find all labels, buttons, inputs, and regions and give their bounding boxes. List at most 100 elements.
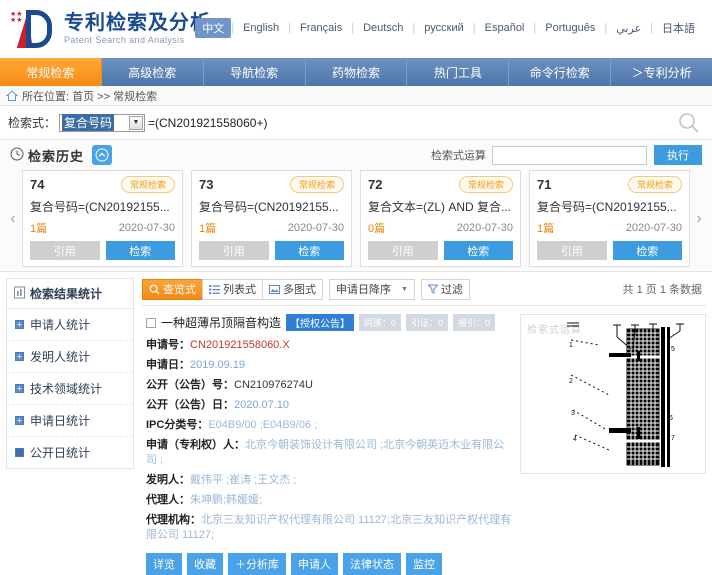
language-option[interactable]: عربي bbox=[607, 20, 650, 37]
history-search-button[interactable]: 检索 bbox=[612, 241, 682, 260]
plus-box-icon[interactable]: + bbox=[15, 320, 24, 329]
sidebar-item-0[interactable]: + 申请人统计 bbox=[7, 309, 133, 341]
history-card-count: 0篇 bbox=[368, 223, 386, 235]
history-search-button[interactable]: 检索 bbox=[105, 241, 175, 260]
language-active[interactable]: 中文 bbox=[195, 18, 232, 38]
language-option[interactable]: Português bbox=[536, 20, 604, 36]
nav-item-2[interactable]: 导航检索 bbox=[204, 58, 306, 86]
result-field: IPC分类号：E04B9/00 ;E04B9/06 ; bbox=[146, 418, 514, 433]
result-field-key: 公开（公告）号： bbox=[146, 379, 234, 391]
funnel-icon bbox=[427, 284, 438, 294]
result-field-value: 北京三友知识产权代理有限公司 11127;北京三友知识产权代理有限公司 1112… bbox=[146, 514, 512, 541]
language-option[interactable]: Deutsch bbox=[354, 20, 412, 36]
search-expression-text[interactable]: =(CN201921558060+) bbox=[148, 116, 267, 130]
plus-box-icon[interactable]: + bbox=[15, 416, 24, 425]
result-field-value: E04B9/00 ;E04B9/06 ; bbox=[208, 419, 318, 431]
filter-button[interactable]: 过滤 bbox=[420, 278, 470, 300]
solid-box-icon[interactable] bbox=[15, 448, 24, 457]
result-checkbox[interactable] bbox=[146, 317, 156, 328]
history-cite-button[interactable]: 引用 bbox=[199, 241, 269, 260]
history-card[interactable]: 74 常规检索 复合号码=(CN20192155... 1篇 2020-07-30 引用检… bbox=[22, 170, 183, 267]
history-card-expression[interactable]: 复合号码=(CN20192155... bbox=[30, 198, 175, 215]
sort-value: 申请日降序 bbox=[336, 284, 391, 296]
svg-text:5: 5 bbox=[671, 346, 675, 353]
chevron-down-icon[interactable]: ▼ bbox=[129, 115, 144, 130]
history-card[interactable]: 71 常规检索 复合号码=(CN20192155... 1篇 2020-07-30 引用检… bbox=[529, 170, 690, 267]
nav-item-1[interactable]: 高级检索 bbox=[102, 58, 204, 86]
result-field-key: 申请日： bbox=[146, 359, 190, 371]
history-card-expression[interactable]: 复合号码=(CN20192155... bbox=[199, 198, 344, 215]
result-field-value: 戴伟平 ;崔涛 ;王文杰 ; bbox=[190, 474, 297, 486]
nav-item-5[interactable]: 命令行检索 bbox=[509, 58, 612, 86]
result-action-2[interactable]: ＋分析库 bbox=[228, 553, 286, 575]
patent-drawing[interactable]: 检索式运算 1 2 3 4 5 6 7 bbox=[520, 314, 706, 474]
badge-family[interactable]: 同族：0 bbox=[359, 314, 402, 331]
history-search-button[interactable]: 检索 bbox=[274, 241, 344, 260]
search-bar: 检索式： 复合号码 ▼ =(CN201921558060+) bbox=[0, 106, 712, 140]
result-action-1[interactable]: 收藏 bbox=[187, 553, 223, 575]
view-mode-browse[interactable]: 查览式 bbox=[142, 278, 202, 300]
result-action-3[interactable]: 申请人 bbox=[291, 553, 338, 575]
language-option[interactable]: Español bbox=[476, 20, 534, 36]
badge-cited-by[interactable]: 被引：0 bbox=[453, 314, 496, 331]
history-card-track: ‹ 74 常规检索 复合号码=(CN20192155... 1篇 2020-07-30 引… bbox=[0, 170, 712, 267]
result-action-0[interactable]: 详览 bbox=[146, 553, 182, 575]
nav-item-6[interactable]: ＞专利分析 bbox=[611, 58, 712, 86]
view-mode-list[interactable]: 列表式 bbox=[202, 278, 262, 300]
sidebar-item-3[interactable]: + 申请日统计 bbox=[7, 405, 133, 437]
logo-mark-icon: ★★ ★★ bbox=[10, 8, 58, 50]
image-grid-icon bbox=[269, 284, 280, 295]
sidebar-item-4[interactable]: 公开日统计 bbox=[7, 437, 133, 468]
history-prev-button[interactable]: ‹ bbox=[4, 170, 22, 267]
history-next-button[interactable]: › bbox=[690, 170, 708, 267]
nav-item-3[interactable]: 药物检索 bbox=[306, 58, 408, 86]
sort-select[interactable]: 申请日降序 ▼ bbox=[329, 278, 415, 300]
nav-item-4[interactable]: 热门工具 bbox=[407, 58, 510, 86]
result-field-key: IPC分类号： bbox=[146, 419, 209, 431]
logo-title: 专利检索及分析 bbox=[64, 12, 211, 34]
history-card[interactable]: 73 常规检索 复合号码=(CN20192155... 1篇 2020-07-30 引用检… bbox=[191, 170, 352, 267]
result-action-5[interactable]: 监控 bbox=[406, 553, 442, 575]
operator-input[interactable] bbox=[492, 145, 647, 165]
execute-button[interactable]: 执行 bbox=[654, 145, 702, 165]
sidebar-item-1[interactable]: + 发明人统计 bbox=[7, 341, 133, 373]
view-mode-list-label: 列表式 bbox=[223, 284, 256, 296]
history-card-expression[interactable]: 复合号码=(CN20192155... bbox=[537, 198, 682, 215]
history-cite-button[interactable]: 引用 bbox=[537, 241, 607, 260]
history-cite-button[interactable]: 引用 bbox=[30, 241, 100, 260]
result-field-key: 公开（公告）日： bbox=[146, 399, 234, 411]
plus-box-icon[interactable]: + bbox=[15, 384, 24, 393]
language-option[interactable]: русский bbox=[415, 20, 472, 36]
result-field-value: CN210976274U bbox=[234, 379, 313, 391]
result-field: 申请（专利权）人：北京今朝装饰设计有限公司 ;北京今朝英迈木业有限公司 ; bbox=[146, 438, 514, 468]
svg-text:2: 2 bbox=[569, 378, 573, 385]
result-field-key: 代理机构： bbox=[146, 514, 201, 526]
history-cite-button[interactable]: 引用 bbox=[368, 241, 438, 260]
search-field-select[interactable]: 复合号码 ▼ bbox=[59, 113, 146, 132]
result-details: 一种超薄吊顶隔音构造 【授权公告】 同族：0 引证：0 被引：0 申请号：CN2… bbox=[142, 314, 514, 575]
history-card-count: 1篇 bbox=[537, 223, 555, 235]
badge-citation[interactable]: 引证：0 bbox=[406, 314, 449, 331]
sidebar-item-2[interactable]: + 技术领域统计 bbox=[7, 373, 133, 405]
result-title-row: 一种超薄吊顶隔音构造 【授权公告】 同族：0 引证：0 被引：0 bbox=[146, 314, 514, 331]
chevron-up-icon[interactable] bbox=[92, 145, 113, 165]
result-field-value: 2020.07.10 bbox=[234, 399, 290, 411]
nav-item-0[interactable]: 常规检索 bbox=[0, 58, 102, 86]
history-card-date: 2020-07-30 bbox=[625, 222, 682, 234]
plus-box-icon[interactable]: + bbox=[15, 352, 24, 361]
history-card[interactable]: 72 常规检索 复合文本=(ZL) AND 复合... 0篇 2020-07-30 引用检… bbox=[360, 170, 521, 267]
breadcrumb: 所在位置: 首页 >> 常规检索 bbox=[0, 86, 712, 106]
search-icon[interactable] bbox=[678, 112, 700, 137]
language-option[interactable]: 日本語 bbox=[653, 18, 704, 38]
logo[interactable]: ★★ ★★ 专利检索及分析 Patent Search and Analysis bbox=[0, 8, 211, 50]
history-search-button[interactable]: 检索 bbox=[443, 241, 513, 260]
history-card-expression[interactable]: 复合文本=(ZL) AND 复合... bbox=[368, 198, 513, 215]
result-title[interactable]: 一种超薄吊顶隔音构造 bbox=[161, 314, 281, 331]
result-field: 代理机构：北京三友知识产权代理有限公司 11127;北京三友知识产权代理有限公司… bbox=[146, 513, 514, 543]
language-option[interactable]: Français bbox=[291, 20, 351, 36]
result-field: 公开（公告）号：CN210976274U bbox=[146, 378, 514, 393]
view-mode-gallery[interactable]: 多图式 bbox=[262, 278, 323, 300]
result-action-4[interactable]: 法律状态 bbox=[343, 553, 401, 575]
language-option[interactable]: English bbox=[234, 20, 288, 36]
history-card-tag: 常规检索 bbox=[120, 176, 175, 193]
